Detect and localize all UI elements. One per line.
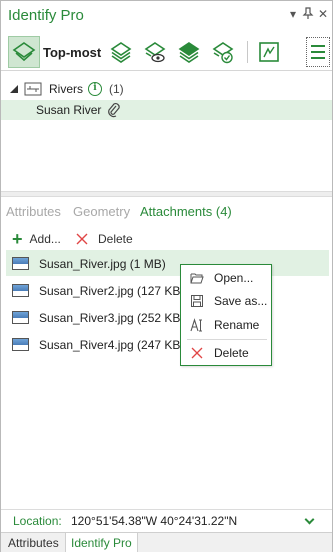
options-dropdown-icon[interactable]: ▾ bbox=[286, 7, 300, 21]
location-label: Location: bbox=[13, 514, 62, 528]
layers-all-icon bbox=[110, 42, 132, 63]
menu-separator bbox=[187, 339, 267, 340]
title-bar: Identify Pro ▾ ✕ bbox=[1, 1, 332, 29]
close-icon[interactable]: ✕ bbox=[316, 7, 330, 21]
toolbar-divider bbox=[247, 41, 248, 63]
info-icon[interactable]: i bbox=[88, 82, 102, 96]
layers-selected-icon bbox=[212, 42, 234, 64]
delete-label: Delete bbox=[98, 232, 133, 246]
feature-count: (1) bbox=[109, 82, 124, 96]
pane-splitter[interactable] bbox=[1, 191, 332, 197]
attachment-row[interactable]: Susan_River.jpg (1 MB) bbox=[6, 250, 329, 276]
toolbar: Top-most bbox=[1, 33, 332, 71]
attachment-name: Susan_River2.jpg (127 KB) bbox=[39, 284, 185, 298]
add-attachment-button[interactable]: + Add... bbox=[12, 230, 61, 248]
topmost-label: Top-most bbox=[43, 45, 102, 60]
delete-attachment-button[interactable]: Delete bbox=[75, 230, 133, 248]
attachment-row[interactable]: Susan_River3.jpg (252 KB) bbox=[6, 304, 329, 330]
map-frame-icon bbox=[259, 42, 279, 62]
menu-item-label: Rename bbox=[214, 318, 260, 332]
bottom-tab-attributes[interactable]: Attributes bbox=[3, 533, 64, 552]
location-bar: Location: 120°51'54.38"W 40°24'31.22"N bbox=[1, 509, 332, 531]
menu-item-label: Save as... bbox=[214, 294, 268, 308]
attachment-row[interactable]: Susan_River2.jpg (127 KB) bbox=[6, 277, 329, 303]
plus-icon: + bbox=[12, 229, 23, 249]
menu-item-open[interactable]: Open... bbox=[181, 267, 271, 289]
save-icon bbox=[191, 295, 203, 307]
layers-visible-icon bbox=[144, 42, 166, 63]
paperclip-icon bbox=[108, 103, 120, 118]
attachment-name: Susan_River3.jpg (252 KB) bbox=[39, 311, 185, 325]
all-layers-button[interactable] bbox=[105, 36, 137, 68]
tab-attributes[interactable]: Attributes bbox=[6, 204, 61, 219]
bottom-tab-identify-pro[interactable]: Identify Pro bbox=[65, 533, 138, 552]
menu-item-save-as[interactable]: Save as... bbox=[181, 290, 271, 312]
pane-title: Identify Pro bbox=[8, 7, 84, 24]
feature-name: Susan River bbox=[36, 103, 102, 117]
menu-item-delete[interactable]: Delete bbox=[181, 342, 271, 364]
menu-icon[interactable] bbox=[306, 37, 330, 67]
menu-item-label: Delete bbox=[214, 346, 249, 360]
layers-topmost-icon bbox=[12, 42, 36, 62]
identify-pro-pane: Identify Pro ▾ ✕ Top-most Rivers i (1) S… bbox=[0, 0, 333, 552]
location-value: 120°51'54.38"W 40°24'31.22"N bbox=[71, 514, 238, 528]
attachment-context-menu: Open... Save as... Rename Delete bbox=[180, 264, 272, 366]
expand-caret-icon[interactable] bbox=[10, 85, 18, 93]
rename-icon bbox=[190, 318, 202, 332]
topmost-layer-button[interactable] bbox=[8, 36, 40, 68]
map-frame-button[interactable] bbox=[253, 36, 285, 68]
delete-x-icon bbox=[76, 233, 88, 245]
line-layer-icon bbox=[24, 82, 42, 96]
attachment-row[interactable]: Susan_River4.jpg (247 KB) bbox=[6, 331, 329, 357]
tab-geometry[interactable]: Geometry bbox=[73, 204, 130, 219]
image-file-icon bbox=[12, 311, 29, 324]
menu-item-label: Open... bbox=[214, 271, 254, 285]
image-file-icon bbox=[12, 284, 29, 297]
selectable-layers-button[interactable] bbox=[173, 36, 205, 68]
feature-row-susan-river[interactable]: Susan River bbox=[1, 100, 332, 120]
layer-name: Rivers bbox=[49, 82, 84, 96]
image-file-icon bbox=[12, 257, 29, 270]
add-label: Add... bbox=[29, 232, 61, 246]
pin-icon[interactable] bbox=[301, 7, 315, 21]
menu-item-rename[interactable]: Rename bbox=[181, 314, 271, 336]
tab-attachments[interactable]: Attachments (4) bbox=[140, 204, 232, 219]
visible-layers-button[interactable] bbox=[139, 36, 171, 68]
image-file-icon bbox=[12, 338, 29, 351]
attachment-name: Susan_River.jpg (1 MB) bbox=[39, 257, 166, 271]
selected-layers-button[interactable] bbox=[207, 36, 239, 68]
bottom-tab-strip: Attributes Identify Pro bbox=[1, 532, 332, 552]
attachment-name: Susan_River4.jpg (247 KB) bbox=[39, 338, 185, 352]
layer-row-rivers[interactable]: Rivers i (1) bbox=[1, 79, 332, 99]
results-tree: Rivers i (1) Susan River bbox=[1, 79, 332, 189]
folder-open-icon bbox=[190, 273, 204, 284]
layers-selectable-icon bbox=[178, 42, 200, 63]
delete-icon bbox=[191, 347, 203, 359]
chevron-down-icon[interactable] bbox=[304, 514, 315, 525]
